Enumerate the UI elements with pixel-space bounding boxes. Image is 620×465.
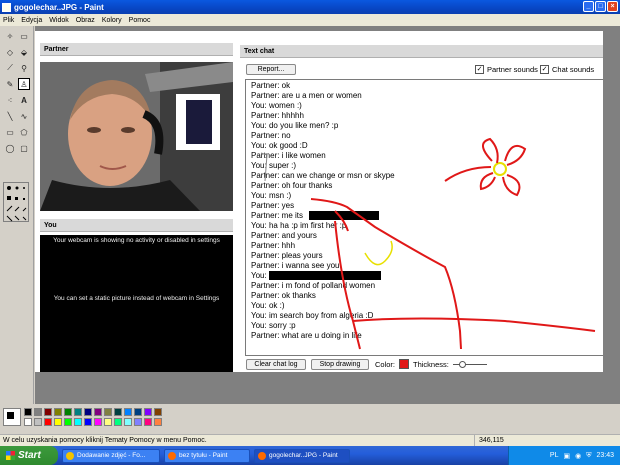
thickness-label: Thickness: <box>413 360 449 369</box>
palette-swatch[interactable] <box>54 408 62 416</box>
brush-shapes-icon <box>6 186 27 222</box>
volume-icon[interactable]: ◉ <box>575 452 581 460</box>
text-tool-icon[interactable]: A <box>18 94 30 106</box>
network-icon[interactable]: ▣ <box>563 452 570 460</box>
task-item-photos[interactable]: Dodawanie zdjęć - Fo... <box>62 448 160 463</box>
current-colors[interactable] <box>3 408 21 426</box>
color-palette <box>0 404 620 434</box>
curve-tool-icon[interactable]: ∿ <box>18 110 30 122</box>
palette-swatch[interactable] <box>144 418 152 426</box>
menu-bar: Plik Edycja Widok Obraz Kolory Pomoc <box>0 14 620 26</box>
palette-swatch[interactable] <box>64 408 72 416</box>
palette-swatch[interactable] <box>84 408 92 416</box>
palette-swatch[interactable] <box>114 408 122 416</box>
task-label: bez tytułu - Paint <box>179 451 228 459</box>
minimize-button[interactable]: _ <box>583 1 594 12</box>
palette-swatch[interactable] <box>124 408 132 416</box>
windows-flag-icon <box>6 451 15 460</box>
line-tool-icon[interactable]: ╲ <box>4 110 16 122</box>
color-label: Color: <box>375 360 396 369</box>
task-label: Dodawanie zdjęć - Fo... <box>77 451 146 459</box>
polygon-tool-icon[interactable]: ⬠ <box>18 126 30 138</box>
menu-widok[interactable]: Widok <box>49 17 68 24</box>
security-icon[interactable]: ⛨ <box>586 452 591 460</box>
brush-icon[interactable]: ♙ <box>18 78 30 90</box>
status-bar: W celu uzyskania pomocy kliknij Tematy P… <box>0 434 620 447</box>
canvas-area[interactable]: Partner You Your webcam is showing no ac… <box>35 26 620 404</box>
palette-swatch[interactable] <box>94 408 102 416</box>
palette-swatch[interactable] <box>74 408 82 416</box>
palette-swatch[interactable] <box>44 408 52 416</box>
palette-swatch[interactable] <box>34 408 42 416</box>
language-indicator[interactable]: PL <box>550 452 559 459</box>
free-select-icon[interactable]: ✧ <box>4 30 16 42</box>
color-picker-icon[interactable]: ⟋ <box>4 62 16 74</box>
task-item-untitled-paint[interactable]: bez tytułu - Paint <box>164 448 250 463</box>
magnifier-icon[interactable]: ⚲ <box>18 62 30 74</box>
tool-options[interactable] <box>3 182 29 222</box>
clear-chat-log-button[interactable]: Clear chat log <box>246 359 306 370</box>
palette-swatch[interactable] <box>74 418 82 426</box>
palette-swatch[interactable] <box>154 418 162 426</box>
ellipse-tool-icon[interactable]: ◯ <box>4 142 16 154</box>
image-canvas[interactable]: Partner You Your webcam is showing no ac… <box>35 31 603 372</box>
menu-plik[interactable]: Plik <box>3 17 14 24</box>
rounded-rect-tool-icon[interactable]: ▢ <box>18 142 30 154</box>
palette-swatch[interactable] <box>104 408 112 416</box>
thickness-slider[interactable] <box>453 361 487 368</box>
palette-swatch[interactable] <box>114 418 122 426</box>
palette-swatch[interactable] <box>84 418 92 426</box>
airbrush-icon[interactable]: ⁖ <box>4 94 16 106</box>
palette-swatch[interactable] <box>24 418 32 426</box>
taskbar: Start Dodawanie zdjęć - Fo... bez tytułu… <box>0 446 620 465</box>
menu-kolory[interactable]: Kolory <box>102 17 122 24</box>
stop-drawing-button[interactable]: Stop drawing <box>311 359 369 370</box>
palette-swatch[interactable] <box>94 418 102 426</box>
eraser-icon[interactable]: ◇ <box>4 46 16 58</box>
palette-swatch[interactable] <box>44 418 52 426</box>
system-tray: PL ▣ ◉ ⛨ 23:43 <box>508 446 620 465</box>
palette-swatch[interactable] <box>54 418 62 426</box>
task-label: gogolechar..JPG - Paint <box>269 451 338 459</box>
palette-swatch[interactable] <box>134 418 142 426</box>
browser-icon <box>66 451 74 460</box>
paint-app-icon <box>2 2 11 12</box>
title-bar[interactable]: gogolechar..JPG - Paint _ □ × <box>0 0 620 14</box>
clock[interactable]: 23:43 <box>596 452 614 459</box>
pencil-icon[interactable]: ✎ <box>4 78 16 90</box>
close-button[interactable]: × <box>607 1 618 12</box>
color-swatch[interactable] <box>399 359 409 369</box>
rectangle-tool-icon[interactable]: ▭ <box>4 126 16 138</box>
window-title: gogolechar..JPG - Paint <box>14 2 104 12</box>
palette-swatch[interactable] <box>104 418 112 426</box>
toolbox: ✧ ▭ ◇ ⬙ ⟋ ⚲ ✎ ♙ ⁖ A ╲ ∿ ▭ ⬠ ◯ ▢ <box>0 26 34 404</box>
menu-edycja[interactable]: Edycja <box>21 17 42 24</box>
palette-swatch[interactable] <box>144 408 152 416</box>
paint-icon <box>168 451 176 460</box>
palette-swatch[interactable] <box>154 408 162 416</box>
start-label: Start <box>18 450 41 461</box>
maximize-button[interactable]: □ <box>595 1 606 12</box>
paint-window: gogolechar..JPG - Paint _ □ × Plik Edycj… <box>0 0 620 465</box>
palette-swatch[interactable] <box>24 408 32 416</box>
foreground-color <box>6 411 15 420</box>
start-button[interactable]: Start <box>0 446 58 465</box>
menu-pomoc[interactable]: Pomoc <box>129 17 151 24</box>
palette-swatch[interactable] <box>124 418 132 426</box>
rect-select-icon[interactable]: ▭ <box>18 30 30 42</box>
drawing-overlay <box>260 137 596 350</box>
palette-swatch[interactable] <box>34 418 42 426</box>
palette-swatch[interactable] <box>64 418 72 426</box>
palette-swatch[interactable] <box>134 408 142 416</box>
thickness-slider-handle[interactable] <box>459 361 466 368</box>
menu-obraz[interactable]: Obraz <box>76 17 95 24</box>
task-item-gogolechar-paint[interactable]: gogolechar..JPG - Paint <box>254 448 350 463</box>
paint-icon <box>258 451 266 460</box>
fill-bucket-icon[interactable]: ⬙ <box>18 46 30 58</box>
